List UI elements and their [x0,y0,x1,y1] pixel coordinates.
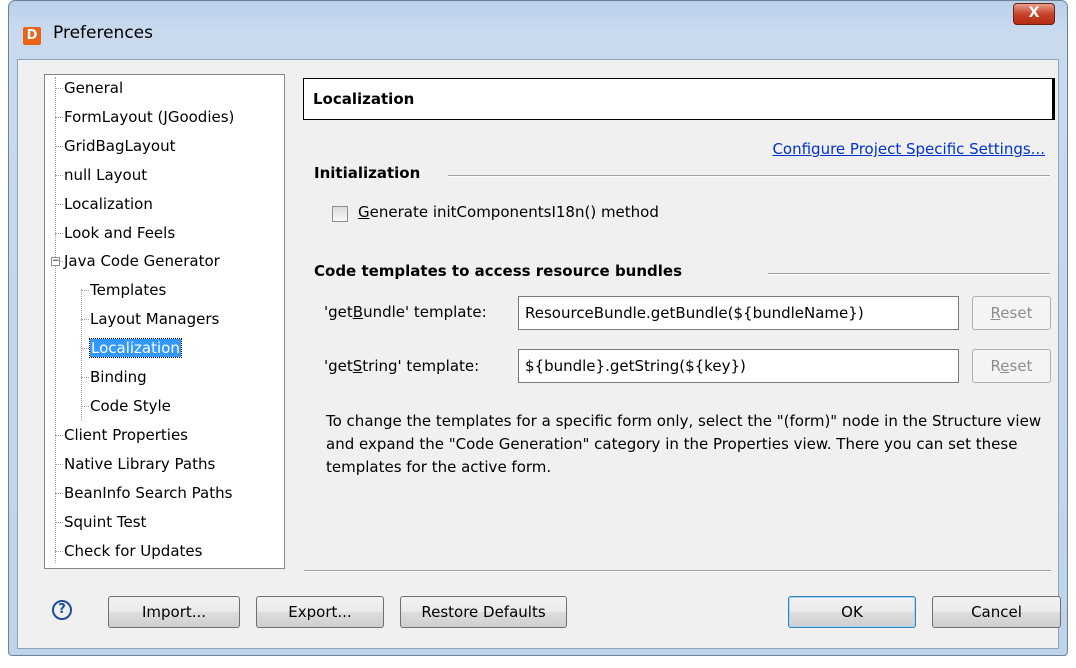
templates-info-text: To change the templates for a specific f… [326,412,1042,476]
tree-connector [55,435,63,436]
tree-connector [55,204,63,205]
section-separator [768,273,1050,275]
export-button[interactable]: Export... [256,596,384,628]
tree-item-beaninfo-search-paths[interactable]: BeanInfo Search Paths [64,482,232,504]
tree-connector [55,146,63,147]
ok-button[interactable]: OK [788,596,916,628]
configure-project-settings-link[interactable]: Configure Project Specific Settings... [772,140,1045,158]
getbundle-label: 'getBundle' template: [324,303,487,321]
help-icon[interactable]: ? [52,600,72,620]
getbundle-template-field[interactable]: ResourceBundle.getBundle(${bundleName}) [518,296,959,330]
preferences-tree[interactable]: General FormLayout (JGoodies) GridBagLay… [44,74,285,569]
tree-item-code-style[interactable]: Code Style [90,395,171,417]
reset-getstring-button[interactable]: Reset [972,349,1051,383]
tree-item-templates[interactable]: Templates [90,279,166,301]
code-templates-heading: Code templates to access resource bundle… [314,262,683,280]
tree-item-general[interactable]: General [64,77,123,99]
selected-label: Localization [89,338,182,358]
section-separator [448,175,1050,177]
tree-item-localization-selected[interactable]: Localization [89,337,182,359]
close-button[interactable]: X [1013,3,1055,25]
footer-separator [304,570,1051,572]
tree-connector [81,377,89,378]
initialization-heading: Initialization [314,164,421,182]
tree-item-gridbaglayout[interactable]: GridBagLayout [64,135,175,157]
dialog-client-area: General FormLayout (JGoodies) GridBagLay… [17,59,1061,649]
tree-connector [55,522,63,523]
tree-guide-line [81,289,82,421]
reset-getbundle-button[interactable]: Reset [972,296,1051,330]
collapse-icon[interactable]: − [51,257,60,266]
title-bar[interactable]: D Preferences X [9,1,1067,61]
generate-i18n-label[interactable]: Generate initComponentsI18n() method [358,203,659,221]
preferences-window: D Preferences X General FormLayout (JGoo… [8,0,1068,656]
tree-connector [81,290,89,291]
tree-guide-line [55,77,56,563]
tree-connector [55,464,63,465]
tree-item-layout-managers[interactable]: Layout Managers [90,308,219,330]
tree-connector [55,493,63,494]
tree-connector [81,319,89,320]
tree-connector [55,117,63,118]
tree-item-java-code-generator[interactable]: Java Code Generator [64,250,220,272]
tree-item-formlayout[interactable]: FormLayout (JGoodies) [64,106,234,128]
tree-connector [60,261,63,262]
tree-item-client-properties[interactable]: Client Properties [64,424,188,446]
cancel-button[interactable]: Cancel [932,596,1061,628]
generate-i18n-checkbox[interactable] [332,206,348,222]
tree-item-binding[interactable]: Binding [90,366,147,388]
tree-connector [55,88,63,89]
window-title: Preferences [53,23,153,43]
restore-defaults-button[interactable]: Restore Defaults [400,596,567,628]
tree-item-look-and-feels[interactable]: Look and Feels [64,222,175,244]
tree-connector [81,348,89,349]
getstring-label: 'getString' template: [324,357,480,375]
tree-item-check-for-updates[interactable]: Check for Updates [64,540,202,562]
getstring-template-field[interactable]: ${bundle}.getString(${key}) [518,349,959,383]
tree-connector [55,233,63,234]
tree-item-squint-test[interactable]: Squint Test [64,511,146,533]
tree-connector [55,551,63,552]
tree-connector [55,175,63,176]
import-button[interactable]: Import... [108,596,240,628]
tree-item-null-layout[interactable]: null Layout [64,164,147,186]
page-title: Localization [303,78,1055,120]
tree-connector [81,406,89,407]
jformdesigner-icon: D [23,27,41,45]
tree-item-native-library-paths[interactable]: Native Library Paths [64,453,215,475]
tree-item-localization[interactable]: Localization [64,193,153,215]
